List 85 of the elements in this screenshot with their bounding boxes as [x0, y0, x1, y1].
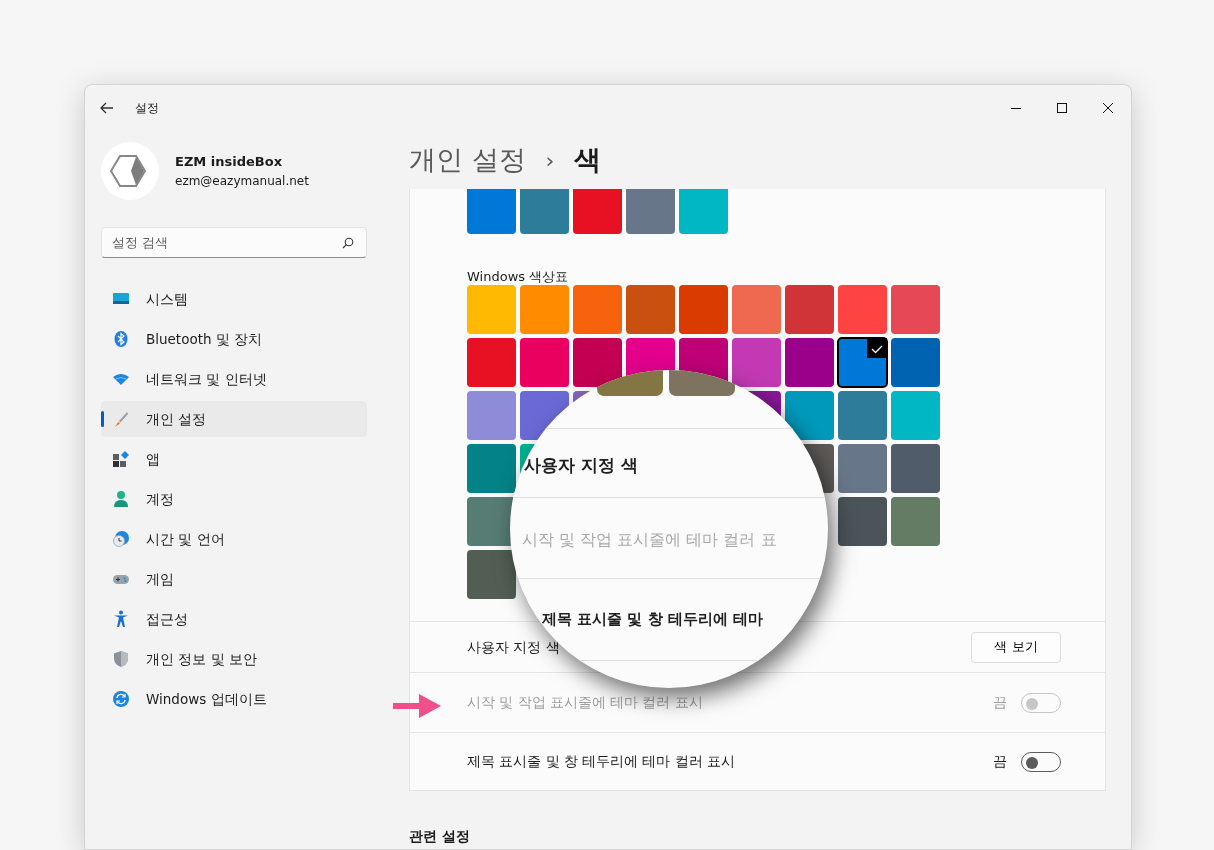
- color-swatch[interactable]: [520, 189, 569, 234]
- sidebar-item[interactable]: 계정: [101, 481, 367, 517]
- sidebar-item[interactable]: 개인 설정: [101, 401, 367, 437]
- account-name: EZM insideBox: [175, 153, 284, 172]
- selection-indicator: [101, 411, 104, 427]
- magnified-text: 사용자 지정 색: [524, 454, 638, 477]
- color-swatch[interactable]: [785, 285, 834, 334]
- checkmark-icon: [867, 338, 887, 358]
- search-field[interactable]: 설정 검색: [101, 227, 367, 258]
- sidebar-item[interactable]: 시간 및 언어: [101, 521, 367, 557]
- sidebar-item-label: Bluetooth 및 장치: [146, 329, 263, 349]
- close-icon: [1103, 103, 1113, 113]
- back-arrow-icon[interactable]: [100, 102, 114, 114]
- color-swatch[interactable]: [467, 189, 516, 234]
- setting-label: 시작 및 작업 표시줄에 테마 컬러 표시: [467, 693, 703, 713]
- sidebar-item[interactable]: 개인 정보 및 보안: [101, 641, 367, 677]
- color-swatch[interactable]: [891, 285, 940, 334]
- color-swatch[interactable]: [573, 338, 622, 387]
- color-swatch[interactable]: [467, 550, 516, 599]
- maximize-icon: [1057, 103, 1067, 113]
- page-title: 색: [574, 142, 602, 177]
- color-swatch[interactable]: [573, 189, 622, 234]
- sidebar-item-label: 앱: [146, 449, 160, 469]
- person-icon: [112, 490, 130, 508]
- sidebar-item[interactable]: Bluetooth 및 장치: [101, 321, 367, 357]
- color-swatch[interactable]: [732, 338, 781, 387]
- sidebar-item[interactable]: 접근성: [101, 601, 367, 637]
- sidebar-item-label: 네트워크 및 인터넷: [146, 369, 267, 389]
- color-swatch[interactable]: [785, 391, 834, 440]
- sidebar-item-label: 시스템: [146, 289, 188, 309]
- color-swatch[interactable]: [838, 444, 887, 493]
- sidebar-item[interactable]: 앱: [101, 441, 367, 477]
- magnified-text: 시작 및 작업 표시줄에 테마 컬러 표: [522, 529, 777, 551]
- sidebar-item-label: 게임: [146, 569, 174, 589]
- apps-icon: [112, 450, 130, 468]
- shield-icon: [112, 650, 130, 668]
- color-swatch[interactable]: [732, 285, 781, 334]
- color-swatch[interactable]: [679, 189, 728, 234]
- brush-icon: [112, 410, 130, 428]
- color-swatch[interactable]: [573, 285, 622, 334]
- view-colors-button[interactable]: 색 보기: [971, 631, 1061, 663]
- color-swatch[interactable]: [467, 285, 516, 334]
- breadcrumb-separator: ›: [545, 146, 555, 175]
- setting-label: 제목 표시줄 및 창 테두리에 테마 컬러 표시: [467, 752, 736, 772]
- sidebar-item-label: 계정: [146, 489, 174, 509]
- account-email: ezm@eazymanual.net: [175, 172, 309, 190]
- search-icon: [342, 237, 354, 249]
- section-heading: 관련 설정: [409, 827, 471, 846]
- toggle-state-label: 끔: [993, 752, 1007, 772]
- arrow-icon: [393, 694, 441, 718]
- palette-title: Windows 색상표: [467, 268, 570, 285]
- refresh-icon: [112, 690, 130, 708]
- color-swatch[interactable]: [679, 285, 728, 334]
- color-swatch[interactable]: [891, 391, 940, 440]
- color-swatch[interactable]: [626, 285, 675, 334]
- sidebar-item[interactable]: Windows 업데이트: [101, 681, 367, 717]
- color-swatch[interactable]: [891, 497, 940, 546]
- setting-label: 사용자 지정 색: [467, 637, 560, 657]
- color-swatch[interactable]: [891, 444, 940, 493]
- color-swatch[interactable]: [626, 189, 675, 234]
- color-swatch[interactable]: [838, 497, 887, 546]
- breadcrumb-parent[interactable]: 개인 설정: [409, 139, 526, 181]
- color-swatch[interactable]: [838, 338, 887, 387]
- bluetooth-icon: [112, 330, 130, 348]
- color-swatch[interactable]: [891, 338, 940, 387]
- sidebar-item-label: 개인 설정: [146, 409, 207, 429]
- color-swatch[interactable]: [785, 338, 834, 387]
- sidebar-item-label: Windows 업데이트: [146, 689, 267, 709]
- magnified-text: 제목 표시줄 및 창 테두리에 테마: [542, 609, 764, 630]
- sidebar-item-label: 접근성: [146, 609, 188, 629]
- color-swatch[interactable]: [838, 391, 887, 440]
- color-swatch[interactable]: [520, 285, 569, 334]
- sidebar-item[interactable]: 네트워크 및 인터넷: [101, 361, 367, 397]
- color-swatch[interactable]: [467, 444, 516, 493]
- color-swatch[interactable]: [520, 338, 569, 387]
- sidebar-item-label: 개인 정보 및 보안: [146, 649, 257, 669]
- sidebar-item[interactable]: 게임: [101, 561, 367, 597]
- sidebar-item[interactable]: 시스템: [101, 281, 367, 317]
- color-swatch[interactable]: [467, 391, 516, 440]
- color-swatch[interactable]: [838, 285, 887, 334]
- color-swatch[interactable]: [467, 338, 516, 387]
- window-title: 설정: [135, 100, 159, 117]
- clock-icon: [112, 530, 130, 548]
- toggle-state-label: 끔: [993, 693, 1007, 713]
- sidebar-item-label: 시간 및 언어: [146, 529, 225, 549]
